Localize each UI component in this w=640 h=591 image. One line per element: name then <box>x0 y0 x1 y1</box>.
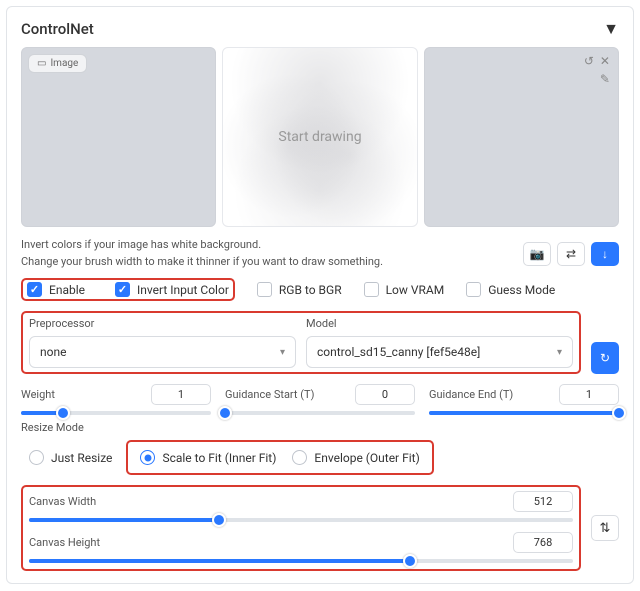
preprocessor-value: none <box>40 345 66 359</box>
radio-icon <box>140 450 155 465</box>
model-select[interactable]: control_sd15_canny [fef5e48e] ▾ <box>306 336 573 368</box>
output-image-slot[interactable]: ↺ ✕ ✎ <box>424 47 619 227</box>
enable-checkbox[interactable]: Enable <box>27 282 85 297</box>
canvas-sliders: Canvas Width 512 Canvas Height 768 <box>21 485 581 571</box>
image-area: ▭ Image Start drawing ↺ ✕ ✎ <box>21 47 619 227</box>
lowvram-checkbox[interactable]: Low VRAM <box>364 282 445 297</box>
model-row: Preprocessor none ▾ Model control_sd15_c… <box>21 311 619 374</box>
radio-icon <box>292 450 307 465</box>
radio-icon <box>29 450 44 465</box>
preprocessor-select[interactable]: none ▾ <box>29 336 296 368</box>
gend-slider: Guidance End (T) 1 <box>429 384 619 415</box>
slider-track[interactable] <box>29 559 573 563</box>
checkbox-icon <box>364 282 379 297</box>
preprocessor-field: Preprocessor none ▾ <box>29 317 296 368</box>
swap-dimensions-button[interactable]: ⇅ <box>591 515 619 541</box>
send-button[interactable]: ↓ <box>591 242 619 266</box>
checkbox-label: Enable <box>49 283 85 297</box>
guidance-sliders: Weight 1 Guidance Start (T) 0 Guidance E… <box>21 384 619 415</box>
weight-slider: Weight 1 <box>21 384 211 415</box>
refresh-button[interactable]: ↻ <box>591 342 619 374</box>
canvas-height-slider: Canvas Height 768 <box>29 532 573 563</box>
resize-scale-radio[interactable]: Scale to Fit (Inner Fit) <box>132 444 284 471</box>
checkbox-label: Low VRAM <box>386 283 445 297</box>
help-line-2: Change your brush width to make it thinn… <box>21 254 383 271</box>
resize-section: Resize Mode Just Resize Scale to Fit (In… <box>21 421 619 475</box>
radio-label: Just Resize <box>51 451 112 465</box>
checkbox-icon <box>115 282 130 297</box>
checkbox-icon <box>257 282 272 297</box>
edit-icon[interactable]: ✎ <box>600 72 610 86</box>
resize-just-radio[interactable]: Just Resize <box>21 444 120 471</box>
checkbox-label: Guess Mode <box>488 283 555 297</box>
slider-track[interactable] <box>29 518 573 522</box>
controlnet-panel: ControlNet ▼ ▭ Image Start drawing ↺ ✕ ✎… <box>6 6 634 584</box>
title-row: ControlNet ▼ <box>21 19 619 39</box>
drawing-canvas[interactable]: Start drawing <box>222 47 417 227</box>
slider-value[interactable]: 1 <box>559 384 619 405</box>
canvas-width-slider: Canvas Width 512 <box>29 491 573 522</box>
canvas-row: Canvas Width 512 Canvas Height 768 ⇅ <box>21 485 619 571</box>
rgb-checkbox[interactable]: RGB to BGR <box>257 282 342 297</box>
checkbox-label: RGB to BGR <box>279 283 342 297</box>
slider-track[interactable] <box>429 411 619 415</box>
collapse-toggle[interactable]: ▼ <box>603 19 619 39</box>
swap-button[interactable]: ⇄ <box>557 242 585 266</box>
model-field: Model control_sd15_canny [fef5e48e] ▾ <box>306 317 573 368</box>
sketch-placeholder: Start drawing <box>223 48 416 226</box>
preprocessor-label: Preprocessor <box>29 317 296 330</box>
slider-label: Canvas Width <box>29 495 96 508</box>
guess-checkbox[interactable]: Guess Mode <box>466 282 555 297</box>
slider-value[interactable]: 1 <box>151 384 211 405</box>
gstart-slider: Guidance Start (T) 0 <box>225 384 415 415</box>
close-icon[interactable]: ✕ <box>600 54 610 68</box>
resize-mode-label: Resize Mode <box>21 421 619 434</box>
model-label: Model <box>306 317 573 330</box>
checkbox-row: Enable Invert Input Color RGB to BGR Low… <box>21 278 619 301</box>
panel-title: ControlNet <box>21 20 94 38</box>
slider-label: Canvas Height <box>29 536 100 549</box>
image-tools: ↺ ✕ ✎ <box>584 54 610 68</box>
slider-value[interactable]: 0 <box>355 384 415 405</box>
image-tab-label: Image <box>50 58 78 69</box>
chevron-down-icon: ▾ <box>280 347 285 358</box>
help-text: Invert colors if your image has white ba… <box>21 237 383 270</box>
help-row: Invert colors if your image has white ba… <box>21 237 619 270</box>
drawing-hint: Start drawing <box>278 129 361 145</box>
checkbox-icon <box>466 282 481 297</box>
image-icon: ▭ <box>37 58 46 69</box>
slider-value[interactable]: 768 <box>513 532 573 553</box>
checkbox-icon <box>27 282 42 297</box>
resize-envelope-radio[interactable]: Envelope (Outer Fit) <box>284 444 427 471</box>
camera-button[interactable]: 📷 <box>523 242 551 266</box>
undo-icon[interactable]: ↺ <box>584 54 594 68</box>
model-value: control_sd15_canny [fef5e48e] <box>317 345 480 359</box>
slider-label: Guidance End (T) <box>429 388 513 401</box>
slider-value[interactable]: 512 <box>513 491 573 512</box>
image-tab-pill[interactable]: ▭ Image <box>28 54 87 73</box>
chevron-down-icon: ▾ <box>557 347 562 358</box>
resize-options: Just Resize Scale to Fit (Inner Fit) Env… <box>21 440 619 475</box>
checkbox-label: Invert Input Color <box>137 283 229 297</box>
action-buttons: 📷 ⇄ ↓ <box>523 242 619 266</box>
radio-label: Envelope (Outer Fit) <box>314 451 419 465</box>
slider-label: Weight <box>21 388 55 401</box>
invert-checkbox[interactable]: Invert Input Color <box>115 282 229 297</box>
slider-track[interactable] <box>225 411 415 415</box>
help-line-1: Invert colors if your image has white ba… <box>21 237 383 254</box>
radio-label: Scale to Fit (Inner Fit) <box>162 451 276 465</box>
slider-label: Guidance Start (T) <box>225 388 314 401</box>
slider-track[interactable] <box>21 411 211 415</box>
input-image-slot[interactable]: ▭ Image <box>21 47 216 227</box>
